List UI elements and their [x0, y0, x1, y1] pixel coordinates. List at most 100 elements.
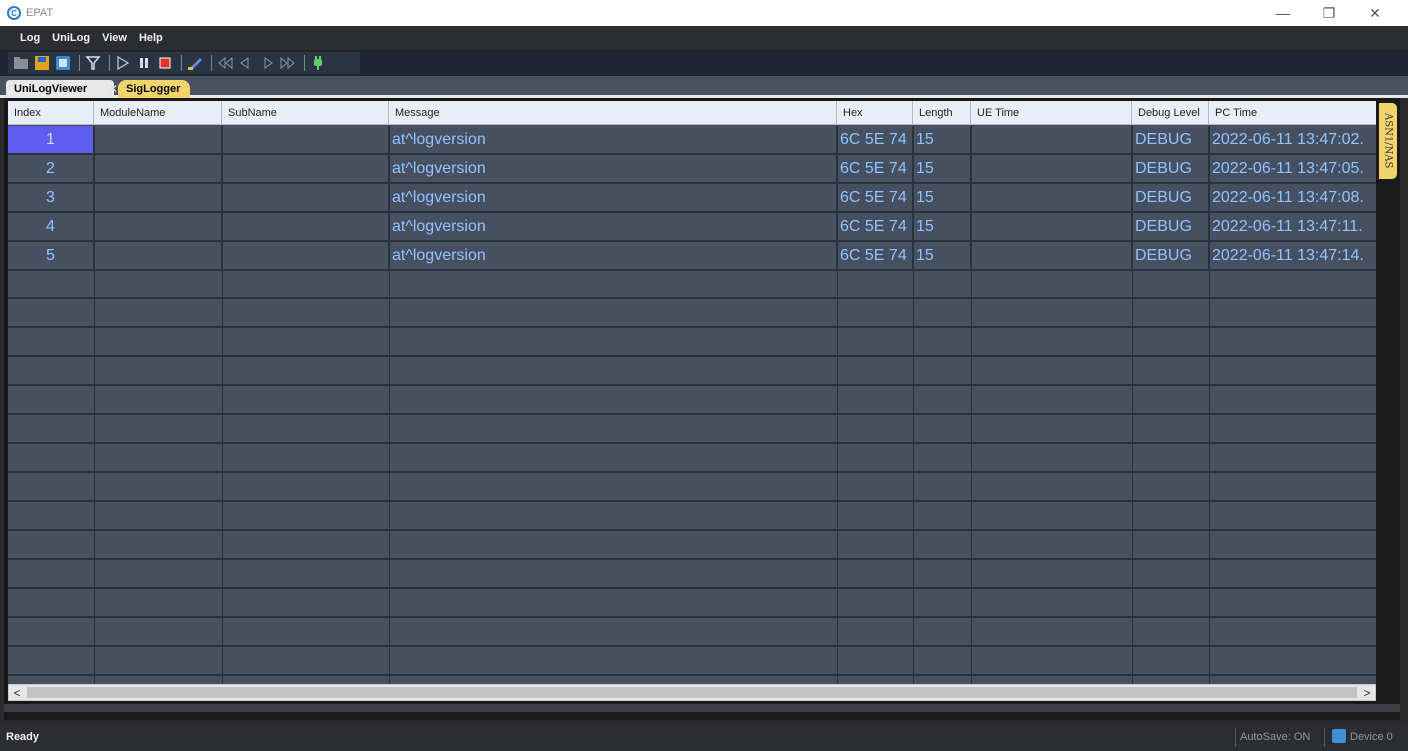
- toolbar: [0, 50, 1408, 76]
- cell-hex: 6C 5E 74: [837, 155, 913, 182]
- cell-index: 2: [8, 155, 94, 182]
- cell-ue-time: [971, 126, 1132, 153]
- column-header-message[interactable]: Message: [389, 101, 837, 125]
- column-header-subname[interactable]: SubName: [222, 101, 389, 125]
- toolstrip: [8, 52, 360, 74]
- cell-message: at^logversion: [389, 155, 837, 182]
- toolbar-separator: [109, 55, 110, 71]
- cell-modulename: [94, 155, 222, 182]
- device-status: Device 0: [1350, 731, 1393, 743]
- app-logo-icon: C: [7, 6, 21, 20]
- cell-message: at^logversion: [389, 213, 837, 240]
- column-header-debug-level[interactable]: Debug Level: [1132, 101, 1209, 125]
- cell-subname: [222, 184, 389, 211]
- toolbar-separator: [304, 55, 305, 71]
- table-row[interactable]: 5 at^logversion 6C 5E 74 15 DEBUG 2022-0…: [8, 242, 1376, 271]
- cell-length: 15: [913, 126, 971, 153]
- window-title: EPAT: [26, 7, 54, 19]
- cell-length: 15: [913, 155, 971, 182]
- filter-icon[interactable]: [84, 54, 102, 72]
- tab-siglogger[interactable]: SigLogger: [118, 80, 190, 98]
- menu-log[interactable]: Log: [20, 32, 40, 44]
- cell-index: 3: [8, 184, 94, 211]
- cell-modulename: [94, 126, 222, 153]
- grid-row-line: [8, 326, 1376, 328]
- cell-pc-time: 2022-06-11 13:47:08.: [1212, 188, 1364, 206]
- menu-view[interactable]: View: [102, 32, 127, 44]
- tab-unilogviewer[interactable]: UniLogViewer: [6, 80, 114, 98]
- grid-row-line: [8, 471, 1376, 473]
- status-divider: [1324, 728, 1325, 747]
- table-row[interactable]: 2 at^logversion 6C 5E 74 15 DEBUG 2022-0…: [8, 155, 1376, 184]
- plug-icon[interactable]: [309, 54, 327, 72]
- column-header-length[interactable]: Length: [913, 101, 971, 125]
- cell-hex: 6C 5E 74: [837, 213, 913, 240]
- menu-bar: Log UniLog View Help: [0, 26, 1408, 50]
- document-tabs: UniLogViewer ✕ SigLogger: [0, 76, 1408, 98]
- cell-length: 15: [913, 213, 971, 240]
- cell-subname: [222, 126, 389, 153]
- cell-ue-time: [971, 213, 1132, 240]
- title-bar: C EPAT — ❐ ✕: [0, 0, 1408, 26]
- close-button[interactable]: ✕: [1352, 0, 1398, 26]
- last-icon[interactable]: [279, 54, 297, 72]
- cell-debug-level: DEBUG: [1132, 213, 1209, 240]
- column-header-index[interactable]: Index: [8, 101, 94, 125]
- minimize-button[interactable]: —: [1260, 0, 1306, 26]
- prev-icon[interactable]: [237, 54, 255, 72]
- grid-row-line: [8, 674, 1376, 676]
- stop-icon[interactable]: [156, 54, 174, 72]
- cell-hex: 6C 5E 74: [837, 242, 913, 269]
- menu-unilog[interactable]: UniLog: [52, 32, 90, 44]
- scroll-left-icon[interactable]: <: [9, 685, 25, 700]
- horizontal-scrollbar[interactable]: < >: [8, 684, 1376, 701]
- table-row[interactable]: 3 at^logversion 6C 5E 74 15 DEBUG 2022-0…: [8, 184, 1376, 213]
- column-header-hex[interactable]: Hex: [837, 101, 913, 125]
- grid-row-line: [8, 616, 1376, 618]
- cell-debug-level: DEBUG: [1132, 184, 1209, 211]
- status-bar: Ready AutoSave: ON Device 0: [0, 724, 1408, 751]
- tab-close-icon[interactable]: ✕: [108, 82, 118, 96]
- cell-subname: [222, 242, 389, 269]
- column-header-pc-time[interactable]: PC Time: [1209, 101, 1376, 125]
- cell-ue-time: [971, 184, 1132, 211]
- table-row[interactable]: 4 at^logversion 6C 5E 74 15 DEBUG 2022-0…: [8, 213, 1376, 242]
- cell-index: 1: [8, 126, 94, 153]
- database-icon[interactable]: [54, 54, 72, 72]
- status-text: Ready: [6, 731, 40, 743]
- play-icon[interactable]: [114, 54, 132, 72]
- bottom-panel-splitter[interactable]: [4, 704, 1400, 712]
- first-icon[interactable]: [216, 54, 234, 72]
- grid-row-line: [8, 413, 1376, 415]
- table-header: Index ModuleName SubName Message Hex Len…: [8, 101, 1376, 125]
- grid-row-line: [8, 587, 1376, 589]
- status-divider: [1235, 728, 1236, 747]
- column-header-ue-time[interactable]: UE Time: [971, 101, 1132, 125]
- cell-modulename: [94, 184, 222, 211]
- pause-icon[interactable]: [135, 54, 153, 72]
- restore-button[interactable]: ❐: [1306, 0, 1352, 26]
- cell-message: at^logversion: [389, 126, 837, 153]
- side-panel: [1377, 101, 1397, 684]
- next-icon[interactable]: [258, 54, 276, 72]
- cell-length: 15: [913, 184, 971, 211]
- cell-length: 15: [913, 242, 971, 269]
- toolbar-separator: [211, 55, 212, 71]
- cell-message: at^logversion: [389, 242, 837, 269]
- cell-subname: [222, 213, 389, 240]
- save-icon[interactable]: [33, 54, 51, 72]
- cell-pc-time: 2022-06-11 13:47:05.: [1212, 159, 1364, 177]
- side-tab-asn1-nas[interactable]: ASN1/NAS: [1379, 103, 1397, 179]
- cell-pc-time: 2022-06-11 13:47:02.: [1212, 130, 1364, 148]
- scrollbar-thumb[interactable]: [27, 687, 1357, 698]
- device-icon: [1332, 729, 1346, 743]
- table-row[interactable]: 1 at^logversion 6C 5E 74 15 DEBUG 2022-0…: [8, 126, 1376, 155]
- grid-row-line: [8, 355, 1376, 357]
- clear-icon[interactable]: [186, 54, 204, 72]
- open-icon[interactable]: [12, 54, 30, 72]
- grid-row-line: [8, 442, 1376, 444]
- scroll-right-icon[interactable]: >: [1359, 685, 1375, 700]
- menu-help[interactable]: Help: [139, 32, 163, 44]
- column-header-modulename[interactable]: ModuleName: [94, 101, 222, 125]
- cell-ue-time: [971, 155, 1132, 182]
